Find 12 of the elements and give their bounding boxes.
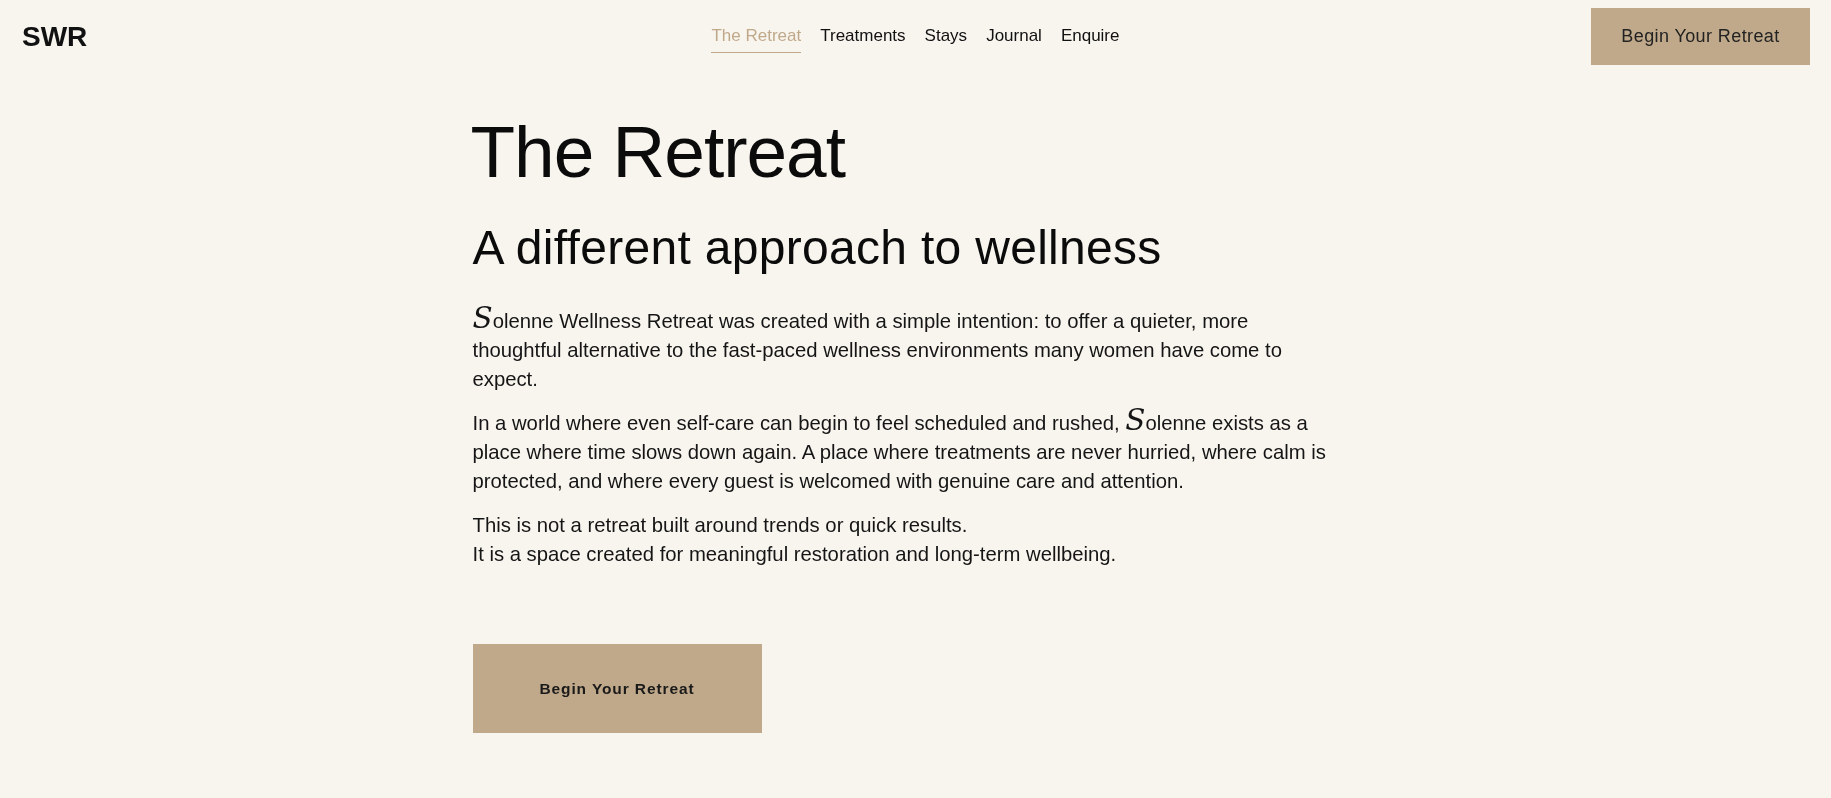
body-paragraph: In a world where even self-care can begin to feel scheduled and rushed, Solenne exists as a place where time slows down again. A place where treatments are never hurried, where calm is protected, and where every guest is welcomed with genuine care and attention. (472, 409, 1327, 494)
begin-retreat-button[interactable]: Begin Your Retreat (472, 644, 762, 733)
body-paragraph: Solenne Wellness Retreat was created with a simple intention: to offer a quieter, more thoughtful alternative to the fast-paced wellness environments many women have come to expect. (472, 307, 1283, 392)
begin-retreat-button[interactable]: Begin Your Retreat (1591, 8, 1810, 65)
body-paragraph: This is not a retreat built around trends or quick results. It is a space created for meaningful restoration and long-term wellbeing. (472, 513, 1118, 567)
nav-link[interactable]: Treatments (820, 26, 906, 53)
nav-link[interactable]: Stays (924, 26, 968, 53)
nav-link[interactable]: Journal (986, 26, 1042, 53)
page-title: The Retreat (470, 115, 847, 188)
logo-text[interactable]: SWR (22, 21, 88, 52)
section-heading: A different approach to wellness (472, 224, 1163, 272)
nav-link[interactable]: Enquire (1060, 26, 1120, 53)
